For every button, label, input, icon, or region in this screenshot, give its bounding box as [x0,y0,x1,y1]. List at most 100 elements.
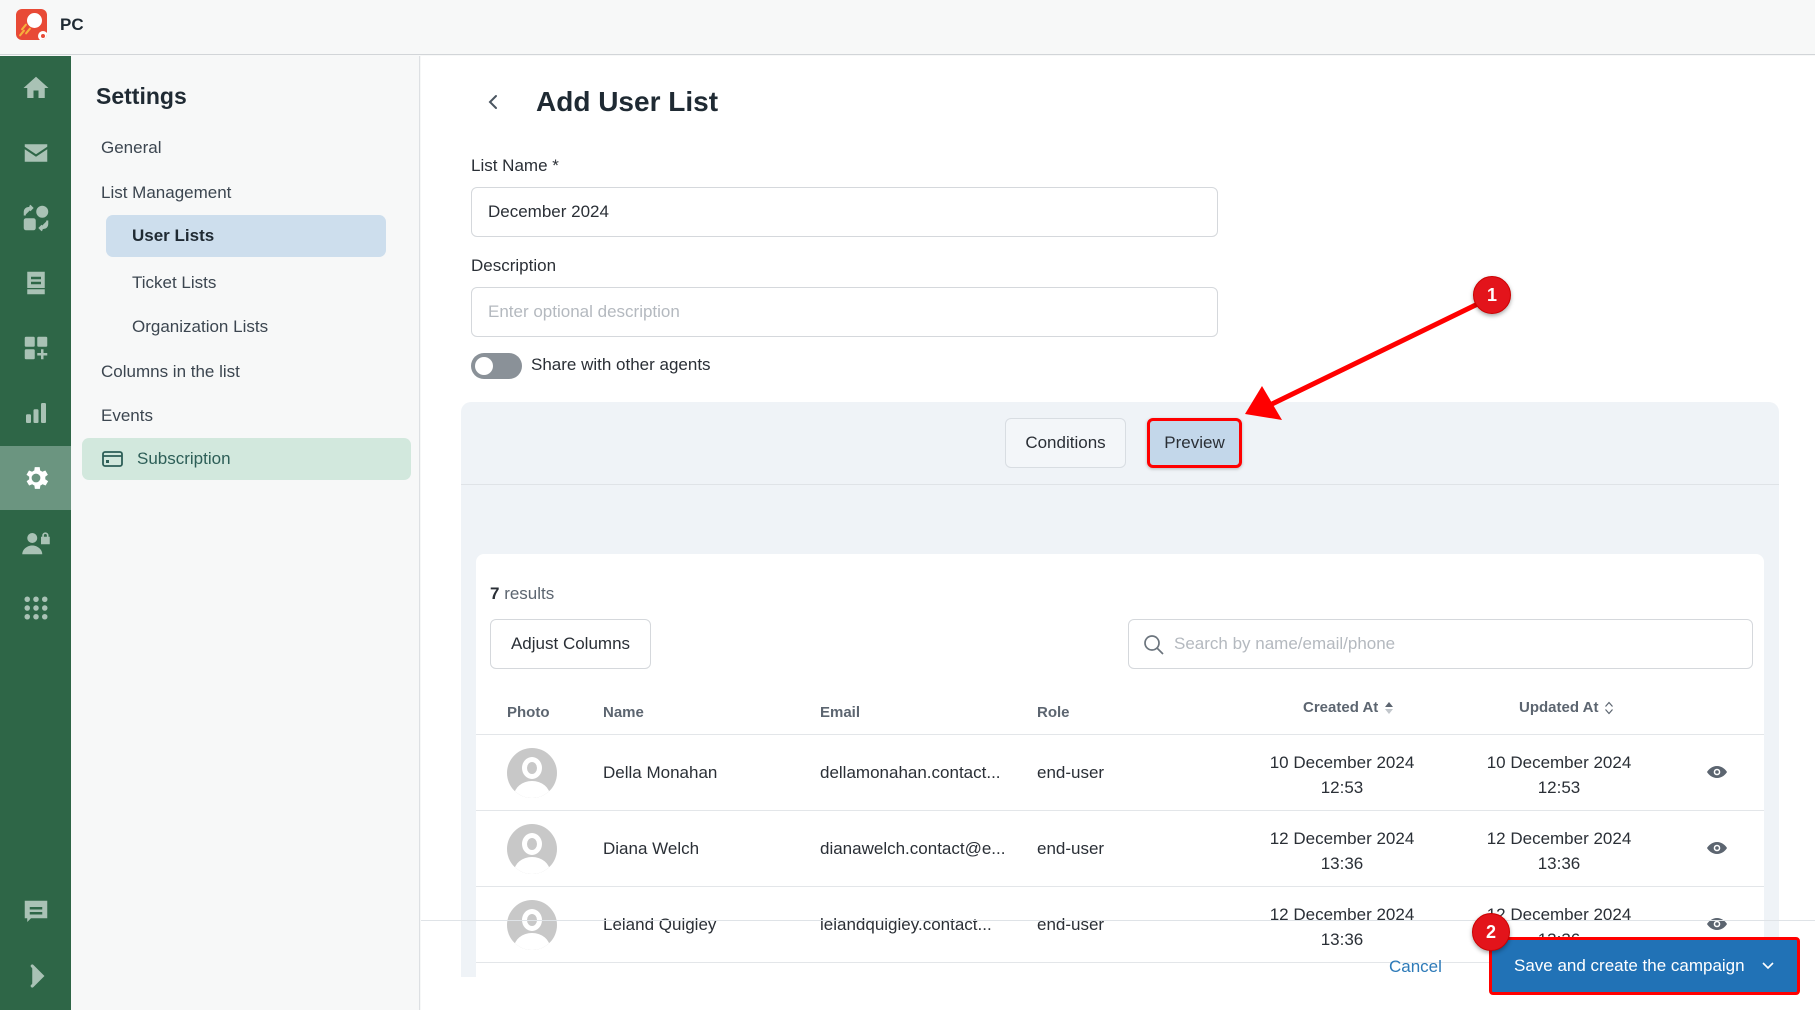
rail-settings[interactable] [0,446,71,510]
preview-card: 7 results Adjust Columns Photo Name Emai… [476,554,1764,977]
widgets-add-icon [24,336,47,360]
main-content: Add User List List Name * Description Sh… [421,56,1815,1010]
created-at-label: Created At [1303,699,1379,716]
row-email: dellamonahan.contact... [820,763,1001,782]
app-logo[interactable] [16,9,47,40]
updated-at-label: Updated At [1519,699,1599,716]
eye-icon[interactable] [1706,839,1728,857]
nav-user-lists-label: User Lists [132,226,215,245]
created-time: 12:53 [1320,778,1364,797]
row-role: end-user [1037,915,1105,934]
row-created-at: 12 December 2024 13:36 [1242,902,1442,952]
created-date: 12 December 2024 [1269,905,1415,924]
bar-chart-icon [25,403,46,423]
row-role: end-user [1037,763,1105,782]
gear-icon [26,467,48,489]
avatar [507,824,557,874]
page-title: Add User List [536,86,719,117]
conditions-preview-panel: Conditions Preview 7 results Adjust Colu… [461,402,1779,977]
nav-general[interactable]: General [101,138,161,158]
footer-divider [421,920,1815,921]
save-button-label: Save and create the campaign [1514,956,1745,975]
nav-subscription-label: Subscription [137,449,231,468]
eye-icon[interactable] [1706,915,1728,933]
nav-subscription[interactable]: Subscription [82,438,411,480]
row-created-at: 10 December 2024 12:53 [1242,750,1442,800]
grid-dots-icon [24,596,47,620]
list-name-label: List Name * [471,156,559,175]
rail-chat[interactable] [0,880,71,944]
chevron-left-icon [488,95,497,109]
created-time: 13:36 [1320,930,1364,949]
mail-icon [24,144,47,162]
results-count: 7 results [490,584,554,604]
updated-time: 12:53 [1537,778,1581,797]
nav-organization-lists[interactable]: Organization Lists [132,317,268,337]
description-input[interactable] [471,287,1218,337]
rail-expand[interactable] [0,944,71,1008]
credit-card-icon [102,451,123,467]
table-row[interactable]: Diana Welch dianawelch.contact@e... end-… [476,811,1764,887]
eye-icon[interactable] [1706,763,1728,781]
main-rail [0,56,71,1010]
rail-admin[interactable] [0,511,71,575]
share-toggle[interactable] [471,353,522,379]
rail-inbox[interactable] [0,121,71,185]
sort-asc-icon [1385,701,1394,714]
results-label: results [499,584,555,603]
table-row[interactable]: Della Monahan dellamonahan.contact... en… [476,735,1764,811]
row-email: lelandquigley.contact... [820,915,992,934]
settings-sidebar: Settings General List Management User Li… [71,56,420,1010]
search-input[interactable] [1174,620,1744,668]
rail-reports[interactable] [0,381,71,445]
avatar [507,900,557,950]
nav-events[interactable]: Events [101,406,153,426]
rail-home[interactable] [0,56,71,120]
tab-preview[interactable]: Preview [1147,418,1242,468]
created-time: 13:36 [1320,854,1364,873]
chevron-down-icon [1762,962,1774,970]
back-button[interactable] [481,90,505,114]
search-icon [1144,635,1164,655]
rail-apps[interactable] [0,316,71,380]
updated-time: 13:36 [1537,854,1581,873]
sort-icon [1605,701,1614,714]
nav-ticket-lists[interactable]: Ticket Lists [132,273,216,293]
rail-automations[interactable] [0,186,71,250]
save-and-create-campaign-button[interactable]: Save and create the campaign [1489,937,1800,995]
search-box [1128,619,1753,669]
column-header-updated-at[interactable]: Updated At [1519,699,1614,716]
cancel-button[interactable]: Cancel [1389,957,1442,977]
chat-icon [24,900,47,922]
list-name-input[interactable] [471,187,1218,237]
annotation-badge-2: 2 [1472,913,1510,951]
created-date: 12 December 2024 [1269,829,1415,848]
app-title: PC [60,15,84,34]
updated-date: 12 December 2024 [1486,829,1632,848]
nav-list-management[interactable]: List Management [101,183,231,203]
user-lock-icon [21,532,50,555]
workflow-icon [23,204,48,232]
updated-date: 10 December 2024 [1486,753,1632,772]
description-label: Description [471,256,557,275]
created-date: 10 December 2024 [1269,753,1415,772]
tab-conditions[interactable]: Conditions [1005,418,1126,468]
row-role: end-user [1037,839,1105,858]
column-header-email: Email [820,704,861,721]
rail-tickets[interactable] [0,251,71,315]
share-toggle-label: Share with other agents [531,355,711,374]
nav-columns-in-list[interactable]: Columns in the list [101,362,240,382]
column-header-role: Role [1037,704,1070,721]
home-icon [23,76,48,98]
chevron-right-icon [30,964,44,988]
row-created-at: 12 December 2024 13:36 [1242,826,1442,876]
nav-user-lists[interactable]: User Lists [106,215,386,257]
settings-title: Settings [96,83,187,109]
row-name: Della Monahan [603,763,718,782]
rail-more[interactable] [0,576,71,640]
adjust-columns-button[interactable]: Adjust Columns [490,619,651,669]
column-header-created-at[interactable]: Created At [1303,699,1394,716]
row-name: Diana Welch [603,839,700,858]
panel-divider [461,484,1779,485]
column-header-photo: Photo [507,704,550,721]
